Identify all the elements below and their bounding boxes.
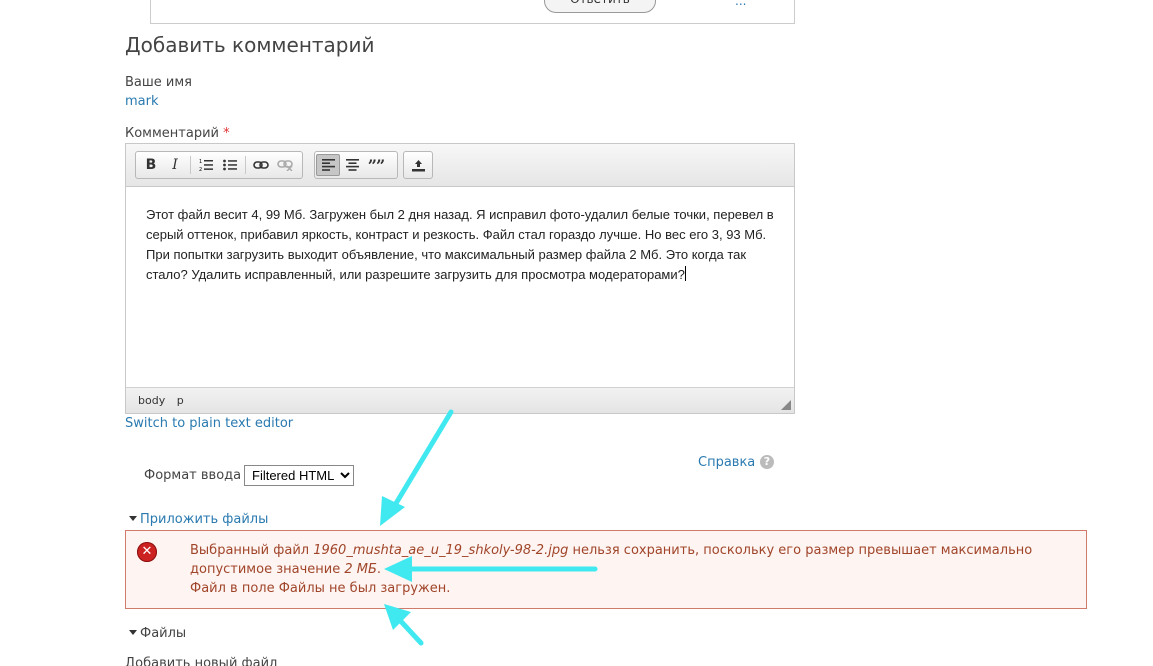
page: Ответить ... Добавить комментарий Ваше и… xyxy=(0,0,1153,666)
arrow-head-icon xyxy=(384,556,412,582)
arrow-to-attach-files xyxy=(389,409,454,513)
arrow-head-icon xyxy=(380,496,405,526)
annotation-arrows xyxy=(380,409,598,646)
